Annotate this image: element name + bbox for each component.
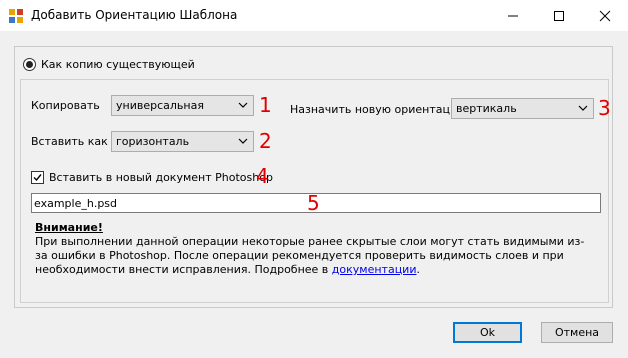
paste-as-value: горизонталь xyxy=(116,135,190,148)
new-document-label[interactable]: Вставить в новый документ Photoshop xyxy=(49,171,273,184)
maximize-icon xyxy=(554,10,564,21)
cancel-button[interactable]: Отмена xyxy=(541,322,613,343)
marker-1: 1 xyxy=(259,93,272,117)
marker-3: 3 xyxy=(598,96,611,120)
copy-existing-radio[interactable] xyxy=(23,58,36,71)
minimize-button[interactable] xyxy=(490,0,536,31)
ok-button-label: Ok xyxy=(479,326,496,339)
close-icon xyxy=(599,10,611,21)
marker-5: 5 xyxy=(307,191,320,215)
chevron-down-icon xyxy=(578,105,588,111)
copy-label: Копировать xyxy=(31,99,100,112)
cancel-button-label: Отмена xyxy=(554,326,600,339)
window-title: Добавить Ориентацию Шаблона xyxy=(31,8,238,22)
warning-text: При выполнении данной операции некоторые… xyxy=(35,235,595,277)
warning-body: При выполнении данной операции некоторые… xyxy=(35,235,585,276)
copy-select-value: универсальная xyxy=(116,99,204,112)
close-button[interactable] xyxy=(582,0,628,31)
copy-existing-label[interactable]: Как копию существующей xyxy=(41,58,195,71)
checkmark-icon xyxy=(33,174,42,182)
chevron-down-icon xyxy=(238,138,248,144)
documentation-link[interactable]: документации xyxy=(332,263,417,276)
maximize-button[interactable] xyxy=(536,0,582,31)
app-icon xyxy=(9,9,23,23)
copy-select[interactable]: универсальная xyxy=(111,95,254,116)
marker-4: 4 xyxy=(256,164,269,188)
marker-2: 2 xyxy=(259,129,272,153)
filename-value: example_h.psd xyxy=(34,197,118,210)
warning-tail: . xyxy=(416,263,420,276)
paste-as-select[interactable]: горизонталь xyxy=(111,131,254,152)
new-document-checkbox[interactable] xyxy=(31,171,44,184)
chevron-down-icon xyxy=(238,102,248,108)
new-orientation-select[interactable]: вертикаль xyxy=(451,98,594,119)
warning-title: Внимание! xyxy=(35,221,103,234)
ok-button[interactable]: Ok xyxy=(453,322,522,343)
new-orientation-label: Назначить новую ориентацию xyxy=(290,103,467,116)
new-orientation-value: вертикаль xyxy=(456,102,517,115)
paste-as-label: Вставить как xyxy=(31,135,108,148)
minimize-icon xyxy=(508,15,518,16)
